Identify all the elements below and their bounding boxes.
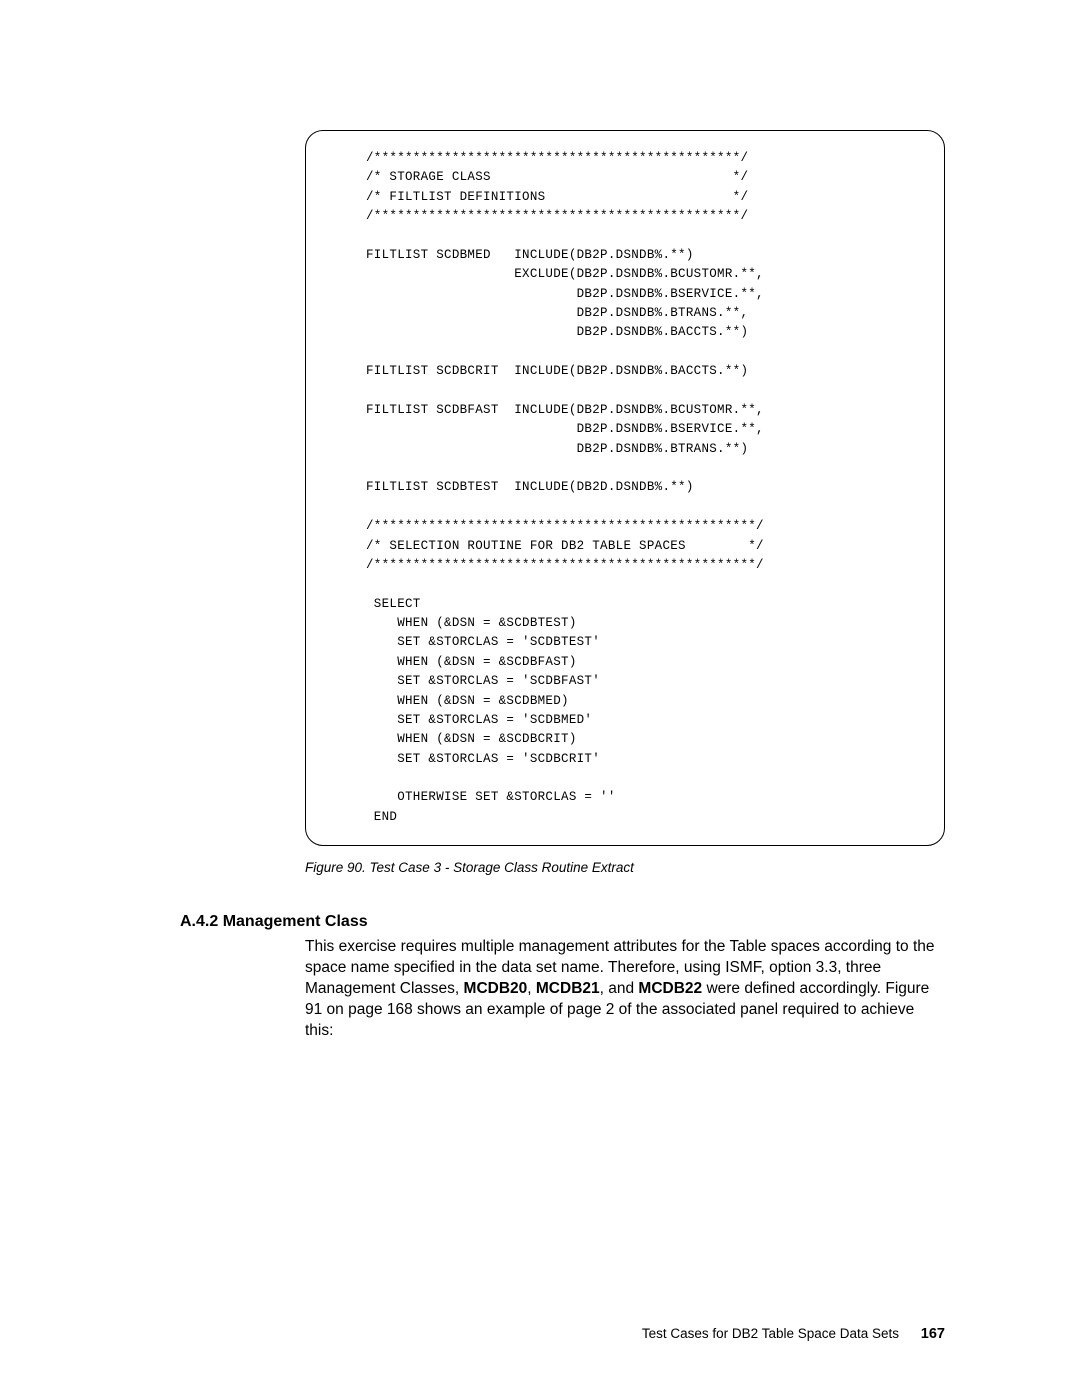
footer-text: Test Cases for DB2 Table Space Data Sets [642,1326,899,1341]
code-line: /***************************************… [366,558,764,572]
bold-term: MCDB20 [464,980,528,997]
code-line: /* SELECTION ROUTINE FOR DB2 TABLE SPACE… [366,539,764,553]
page-footer: Test Cases for DB2 Table Space Data Sets… [642,1326,945,1342]
code-line: /***************************************… [366,209,748,223]
code-line: END [366,810,397,824]
code-line: WHEN (&DSN = &SCDBCRIT) [366,732,577,746]
code-line: FILTLIST SCDBMED INCLUDE(DB2P.DSNDB%.**) [366,248,694,262]
page-number: 167 [921,1326,945,1342]
paragraph: This exercise requires multiple manageme… [305,937,945,1042]
code-line: /* FILTLIST DEFINITIONS */ [366,190,748,204]
code-line: DB2P.DSNDB%.BSERVICE.**, [366,287,764,301]
code-line: DB2P.DSNDB%.BACCTS.**) [366,325,748,339]
code-line: OTHERWISE SET &STORCLAS = '' [366,790,616,804]
code-line: /* STORAGE CLASS */ [366,170,748,184]
code-line: DB2P.DSNDB%.BTRANS.**, [366,306,748,320]
code-line: /***************************************… [366,519,764,533]
code-line: FILTLIST SCDBCRIT INCLUDE(DB2P.DSNDB%.BA… [366,364,748,378]
code-line: WHEN (&DSN = &SCDBTEST) [366,616,577,630]
code-line: SET &STORCLAS = 'SCDBMED' [366,713,592,727]
code-line: WHEN (&DSN = &SCDBMED) [366,694,569,708]
code-line: DB2P.DSNDB%.BSERVICE.**, [366,422,764,436]
code-line: FILTLIST SCDBTEST INCLUDE(DB2D.DSNDB%.**… [366,480,694,494]
code-listing: /***************************************… [366,149,924,827]
code-line: SELECT [366,597,421,611]
code-line: /***************************************… [366,151,748,165]
body-text-segment: , and [600,980,639,997]
figure-caption: Figure 90. Test Case 3 - Storage Class R… [305,860,945,875]
code-line: DB2P.DSNDB%.BTRANS.**) [366,442,748,456]
body-text-segment: , [527,980,536,997]
code-line: SET &STORCLAS = 'SCDBTEST' [366,635,600,649]
bold-term: MCDB21 [536,980,600,997]
code-line: WHEN (&DSN = &SCDBFAST) [366,655,577,669]
code-line: SET &STORCLAS = 'SCDBFAST' [366,674,600,688]
code-line: FILTLIST SCDBFAST INCLUDE(DB2P.DSNDB%.BC… [366,403,764,417]
code-listing-box: /***************************************… [305,130,945,846]
code-line: EXCLUDE(DB2P.DSNDB%.BCUSTOMR.**, [366,267,764,281]
section-heading: A.4.2 Management Class [180,913,945,931]
code-line: SET &STORCLAS = 'SCDBCRIT' [366,752,600,766]
page-container: /***************************************… [0,0,1080,1092]
bold-term: MCDB22 [638,980,702,997]
